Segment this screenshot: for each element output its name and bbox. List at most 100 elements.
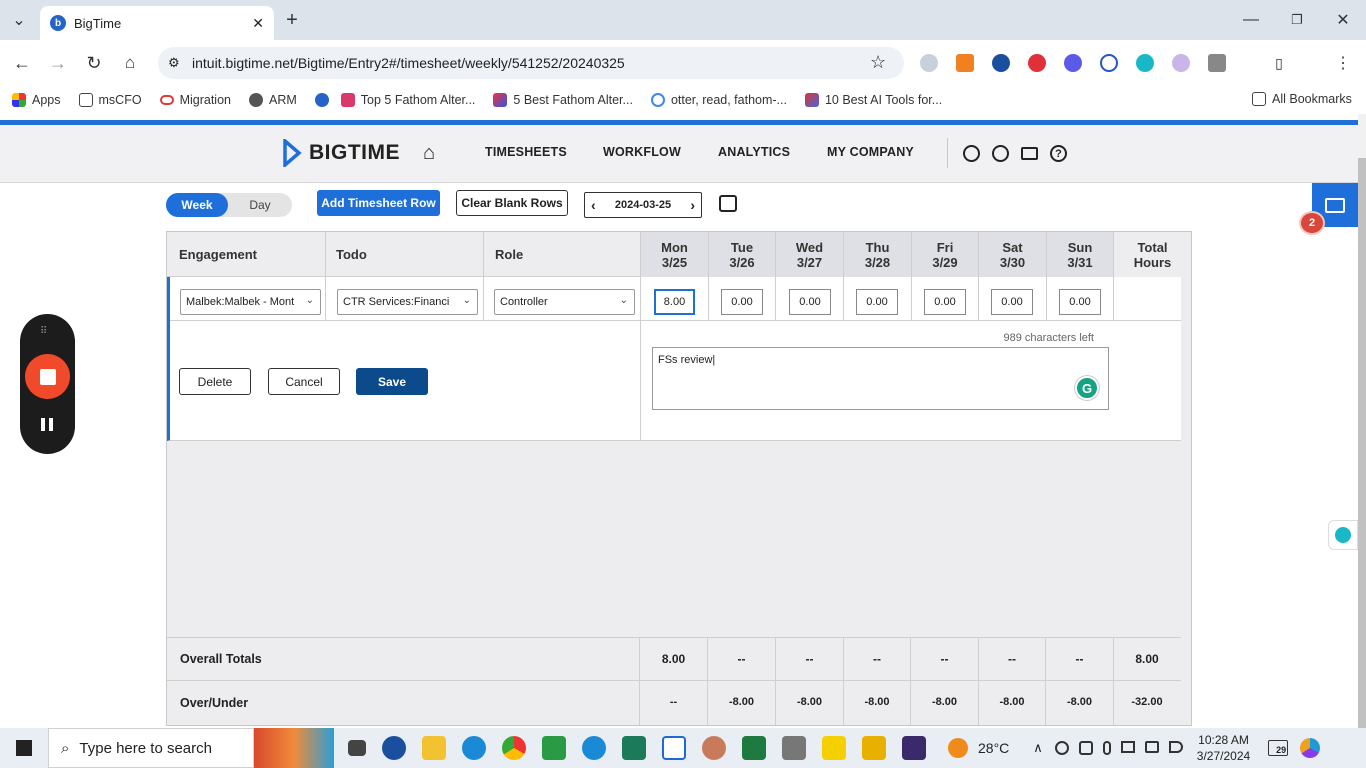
display-icon[interactable] [1120,741,1135,753]
hours-input-wed[interactable]: 0.00 [789,289,831,315]
vpn-icon[interactable] [1078,741,1093,755]
bookmark-migration[interactable]: Migration [159,93,231,107]
close-window-icon[interactable]: ✕ [1328,5,1358,35]
browser-tab[interactable]: b BigTime ✕ [40,6,274,40]
nav-workflow[interactable]: WORKFLOW [603,145,681,159]
clock-icon[interactable] [992,145,1009,162]
hours-input-sat[interactable]: 0.00 [991,289,1033,315]
password-manager-icon[interactable] [382,736,406,760]
drag-handle-icon[interactable]: ⠿ [40,326,48,337]
taskbar-search[interactable]: ⌕ Type here to search [48,728,254,768]
copilot-icon[interactable] [1300,738,1321,758]
r-app-icon[interactable] [662,736,686,760]
bookmark-mscfo[interactable]: msCFO [78,93,142,107]
q-app-icon[interactable] [902,736,926,760]
clear-blank-rows-button[interactable]: Clear Blank Rows [456,190,568,216]
assistant-widget[interactable] [1328,520,1358,550]
chat-badge[interactable]: 2 [1299,211,1325,235]
hours-input-tue[interactable]: 0.00 [721,289,763,315]
weather-icon[interactable] [948,738,968,758]
minimize-icon[interactable]: — [1236,5,1266,35]
app-green-icon[interactable] [542,736,566,760]
back-icon[interactable]: ← [7,48,37,78]
tray-chevron-icon[interactable]: ∧ [1033,740,1043,756]
bookmark-otter[interactable]: otter, read, fathom-... [650,93,787,107]
chrome-icon[interactable] [502,736,526,760]
tab-close-icon[interactable]: ✕ [252,15,264,32]
orange-extension-icon[interactable] [956,54,974,72]
volume-icon[interactable] [1168,741,1183,753]
site-info-icon[interactable]: ⚙ [168,55,180,71]
wifi-icon[interactable] [1144,741,1159,753]
bookmark-ai-tools[interactable]: 10 Best AI Tools for... [804,93,942,107]
microphone-icon[interactable] [1102,741,1111,755]
hours-input-thu[interactable]: 0.00 [856,289,898,315]
clock[interactable]: 10:28 AM 3/27/2024 [1197,732,1250,764]
paint-icon[interactable] [702,736,726,760]
bookmark-arm[interactable]: ARM [248,93,297,107]
next-week-icon[interactable]: › [690,197,695,213]
sidepanel-icon[interactable]: ▯ [1264,48,1294,78]
home-icon[interactable]: ⌂ [115,48,145,78]
url-field[interactable]: ⚙ intuit.bigtime.net/Bigtime/Entry2#/tim… [158,47,904,79]
hours-input-sun[interactable]: 0.00 [1059,289,1101,315]
circle-extension-icon[interactable] [1136,54,1154,72]
browser-menu-icon[interactable]: ⋮ [1328,48,1358,78]
puzzle-extension-icon[interactable] [1208,54,1226,72]
mail-icon[interactable] [1021,147,1038,160]
stop-recording-button[interactable] [25,354,70,399]
bookmark-fathom2[interactable]: 5 Best Fathom Alter... [493,93,633,107]
red-extension-icon[interactable] [1028,54,1046,72]
skype-icon[interactable] [582,736,606,760]
grammarly-icon[interactable]: G [1075,376,1099,400]
bookmark-star-icon[interactable]: ☆ [870,52,886,73]
meet-icon[interactable] [622,736,646,760]
power-bi-icon[interactable] [862,736,886,760]
new-tab-icon[interactable]: + [277,5,307,35]
pause-icon[interactable] [41,418,45,431]
calculator-icon[interactable] [782,736,806,760]
engagement-select[interactable]: Malbek:Malbek - Mont ⌄ [180,289,321,315]
start-button[interactable] [0,728,48,768]
page-scrollbar-thumb[interactable] [1358,158,1366,728]
w-extension-icon[interactable] [1100,54,1118,72]
excel-icon[interactable] [742,736,766,760]
shield-extension-icon[interactable] [920,54,938,72]
bookmark-apps[interactable]: Apps [12,93,61,107]
forward-icon[interactable]: → [43,48,73,78]
all-bookmarks[interactable]: All Bookmarks [1252,92,1352,106]
week-date[interactable]: 2024-03-25 [615,199,671,211]
role-select[interactable]: Controller ⌄ [494,289,635,315]
prev-week-icon[interactable]: ‹ [591,197,596,213]
help-icon[interactable]: ? [1050,145,1067,162]
tab-search-icon[interactable]: ⌄ [4,5,34,35]
day-toggle[interactable]: Day [228,193,292,217]
task-view-icon[interactable] [348,740,366,756]
week-toggle[interactable]: Week [166,193,228,217]
bigtime-logo[interactable]: BIGTIME [283,139,400,167]
nav-analytics[interactable]: ANALYTICS [718,145,790,159]
sticky-notes-icon[interactable] [822,736,846,760]
weather-temp[interactable]: 28°C [978,740,1009,756]
m-extension-icon[interactable] [1172,54,1190,72]
nav-timesheets[interactable]: TIMESHEETS [485,145,567,159]
print-icon[interactable] [719,195,737,212]
add-timesheet-row-button[interactable]: Add Timesheet Row [317,190,440,216]
notes-textarea[interactable]: FSs review| G [652,347,1109,410]
file-explorer-icon[interactable] [422,736,446,760]
user-icon[interactable] [963,145,980,162]
restore-icon[interactable]: ❐ [1282,5,1312,35]
hours-input-fri[interactable]: 0.00 [924,289,966,315]
network-icon[interactable] [1054,741,1069,755]
todo-select[interactable]: CTR Services:Financi ⌄ [337,289,478,315]
bookmark-fathom1[interactable]: Top 5 Fathom Alter... [340,93,475,107]
hours-input-mon[interactable]: 8.00 [654,289,695,315]
star-extension-icon[interactable] [1064,54,1082,72]
app-home-icon[interactable]: ⌂ [423,142,435,165]
nav-my-company[interactable]: MY COMPANY [827,145,914,159]
cancel-button[interactable]: Cancel [268,368,340,395]
bookmark-bigtime[interactable] [314,93,329,107]
delete-button[interactable]: Delete [179,368,251,395]
notifications-icon[interactable]: 29 [1268,740,1289,756]
save-button[interactable]: Save [356,368,428,395]
